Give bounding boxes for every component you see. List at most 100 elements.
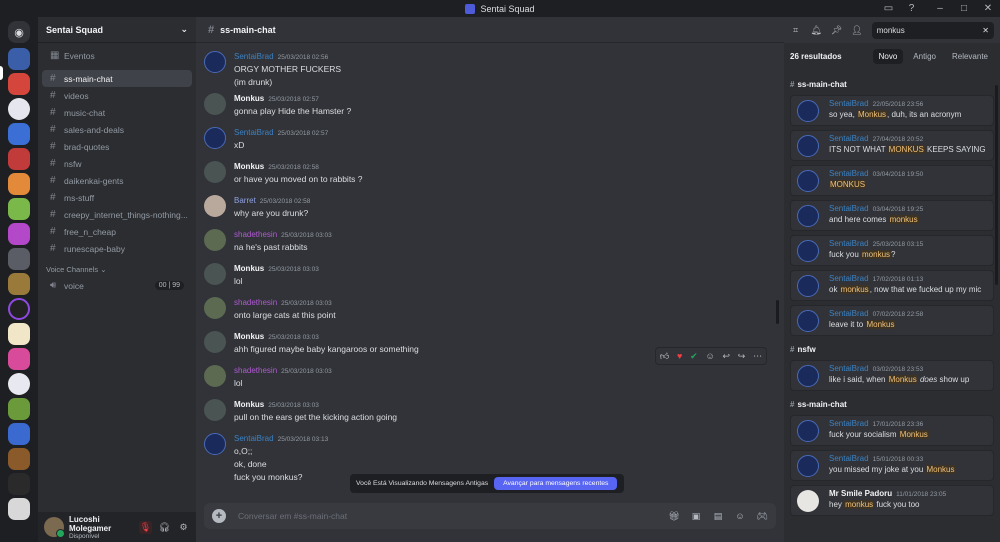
home-button[interactable]: ◉ (8, 21, 30, 43)
maximize-button[interactable]: □ (952, 3, 976, 14)
avatar[interactable] (204, 297, 226, 319)
server-icon[interactable] (8, 248, 30, 270)
author-name[interactable]: Monkus (234, 94, 264, 103)
help-icon[interactable]: ? (905, 2, 918, 15)
server-icon[interactable] (8, 323, 30, 345)
server-icon[interactable] (8, 423, 30, 445)
search-result[interactable]: SentaiBrad 03/02/2018 23:53 like i said, … (790, 360, 994, 391)
search-result[interactable]: SentaiBrad 17/01/2018 23:36 fuck your soc… (790, 415, 994, 446)
gif-icon[interactable]: ▣ (690, 510, 702, 522)
sidebar-channel[interactable]: # ms-stuff (42, 189, 192, 206)
avatar[interactable] (797, 240, 819, 262)
game-controller-icon[interactable]: 🎮︎ (756, 510, 768, 522)
message[interactable]: shadethesin 25/03/2018 03:03 na he's past… (196, 225, 784, 259)
avatar[interactable] (797, 455, 819, 477)
author-name[interactable]: SentaiBrad (234, 434, 274, 443)
avatar[interactable] (797, 420, 819, 442)
author-name[interactable]: SentaiBrad (829, 419, 869, 428)
search-result[interactable]: SentaiBrad 27/04/2018 20:52 ITS NOT WHAT … (790, 130, 994, 161)
avatar[interactable] (797, 275, 819, 297)
server-icon[interactable] (8, 173, 30, 195)
server-icon[interactable] (8, 148, 30, 170)
heart-icon[interactable]: ♥ (677, 351, 682, 361)
author-name[interactable]: Mr Smile Padoru (829, 489, 892, 498)
sidebar-channel[interactable]: # nsfw (42, 155, 192, 172)
avatar[interactable] (204, 365, 226, 387)
avatar[interactable] (797, 490, 819, 512)
server-icon[interactable] (8, 123, 30, 145)
server-icon[interactable] (8, 48, 30, 70)
server-icon[interactable] (8, 398, 30, 420)
avatar[interactable] (204, 51, 226, 73)
thumbs-up-icon[interactable]: 👍︎ (660, 351, 669, 362)
author-name[interactable]: SentaiBrad (829, 204, 869, 213)
author-name[interactable]: SentaiBrad (829, 169, 869, 178)
forward-icon[interactable]: ↪ (738, 351, 746, 362)
message[interactable]: SentaiBrad 25/03/2018 02:57 xD (196, 123, 784, 157)
author-name[interactable]: SentaiBrad (234, 52, 274, 61)
sidebar-channel[interactable]: # music-chat (42, 104, 192, 121)
emoji-icon[interactable]: ☺ (734, 510, 746, 522)
server-icon[interactable] (8, 198, 30, 220)
avatar[interactable] (44, 517, 65, 538)
headphones-button[interactable]: 🎧︎ (158, 521, 171, 534)
message[interactable]: Monkus 25/03/2018 03:03 lol (196, 259, 784, 293)
author-name[interactable]: SentaiBrad (234, 128, 274, 137)
server-icon[interactable] (8, 298, 30, 320)
voice-channel[interactable]: 🔊︎ voice 00 | 99 (42, 277, 192, 294)
sidebar-channel[interactable]: # free_n_cheap (42, 223, 192, 240)
search-result[interactable]: Mr Smile Padoru 11/01/2018 23:05 hey monk… (790, 485, 994, 516)
sidebar-channel[interactable]: # ss-main-chat (42, 70, 192, 87)
author-name[interactable]: shadethesin (234, 298, 277, 307)
author-name[interactable]: SentaiBrad (829, 134, 869, 143)
author-name[interactable]: SentaiBrad (829, 364, 869, 373)
server-icon[interactable] (8, 223, 30, 245)
search-result[interactable]: SentaiBrad 03/04/2018 19:50 MONKUS (790, 165, 994, 196)
author-name[interactable]: Monkus (234, 400, 264, 409)
avatar[interactable] (797, 135, 819, 157)
members-icon[interactable]: 👤︎ (851, 25, 862, 36)
search-result[interactable]: SentaiBrad 22/05/2018 23:56 so yea, Monku… (790, 95, 994, 126)
message[interactable]: shadethesin 25/03/2018 03:03 onto large c… (196, 293, 784, 327)
search-result[interactable]: SentaiBrad 25/03/2018 03:15 fuck you monk… (790, 235, 994, 266)
avatar[interactable] (204, 229, 226, 251)
sort-oldest-tab[interactable]: Antigo (907, 49, 942, 64)
threads-icon[interactable]: ⌗ (790, 25, 801, 36)
more-icon[interactable]: ⋯ (753, 351, 762, 362)
result-channel-header[interactable]: # ss-main-chat (784, 395, 1000, 413)
server-icon[interactable] (8, 348, 30, 370)
guild-header[interactable]: Sentai Squad ⌄ (38, 17, 196, 43)
avatar[interactable] (797, 205, 819, 227)
avatar[interactable] (204, 399, 226, 421)
message[interactable]: Monkus 25/03/2018 03:03 pull on the ears … (196, 395, 784, 429)
avatar[interactable] (797, 170, 819, 192)
gift-icon[interactable]: 🎁︎ (668, 510, 680, 522)
sort-relevant-tab[interactable]: Relevante (946, 49, 994, 64)
avatar[interactable] (204, 433, 226, 455)
search-result[interactable]: SentaiBrad 17/02/2018 01:13 ok monkus, no… (790, 270, 994, 301)
pin-icon[interactable]: 📌︎ (831, 25, 842, 36)
author-name[interactable]: Monkus (234, 264, 264, 273)
result-channel-header[interactable]: # nsfw (784, 340, 1000, 358)
avatar[interactable] (797, 365, 819, 387)
notification-bell-icon[interactable]: 🔔︎ (810, 25, 821, 36)
mute-mic-button[interactable]: 🎙︎ (139, 520, 152, 534)
author-name[interactable]: SentaiBrad (829, 239, 869, 248)
reply-icon[interactable]: ↩ (722, 351, 730, 362)
avatar[interactable] (204, 161, 226, 183)
scrollbar[interactable] (776, 300, 779, 324)
author-name[interactable]: Barret (234, 196, 256, 205)
sidebar-channel[interactable]: # brad-quotes (42, 138, 192, 155)
search-input[interactable]: monkus ✕ (871, 21, 994, 39)
results-scrollbar[interactable] (995, 85, 998, 285)
server-icon[interactable] (8, 498, 30, 520)
message[interactable]: Barret 25/03/2018 02:58 why are you drunk… (196, 191, 784, 225)
author-name[interactable]: SentaiBrad (829, 99, 869, 108)
server-icon[interactable] (8, 73, 30, 95)
avatar[interactable] (204, 93, 226, 115)
sticker-icon[interactable]: ▤ (712, 510, 724, 522)
minimize-button[interactable]: – (928, 3, 952, 14)
message[interactable]: Monkus 25/03/2018 02:58 or have you moved… (196, 157, 784, 191)
author-name[interactable]: Monkus (234, 162, 264, 171)
avatar[interactable] (204, 263, 226, 285)
